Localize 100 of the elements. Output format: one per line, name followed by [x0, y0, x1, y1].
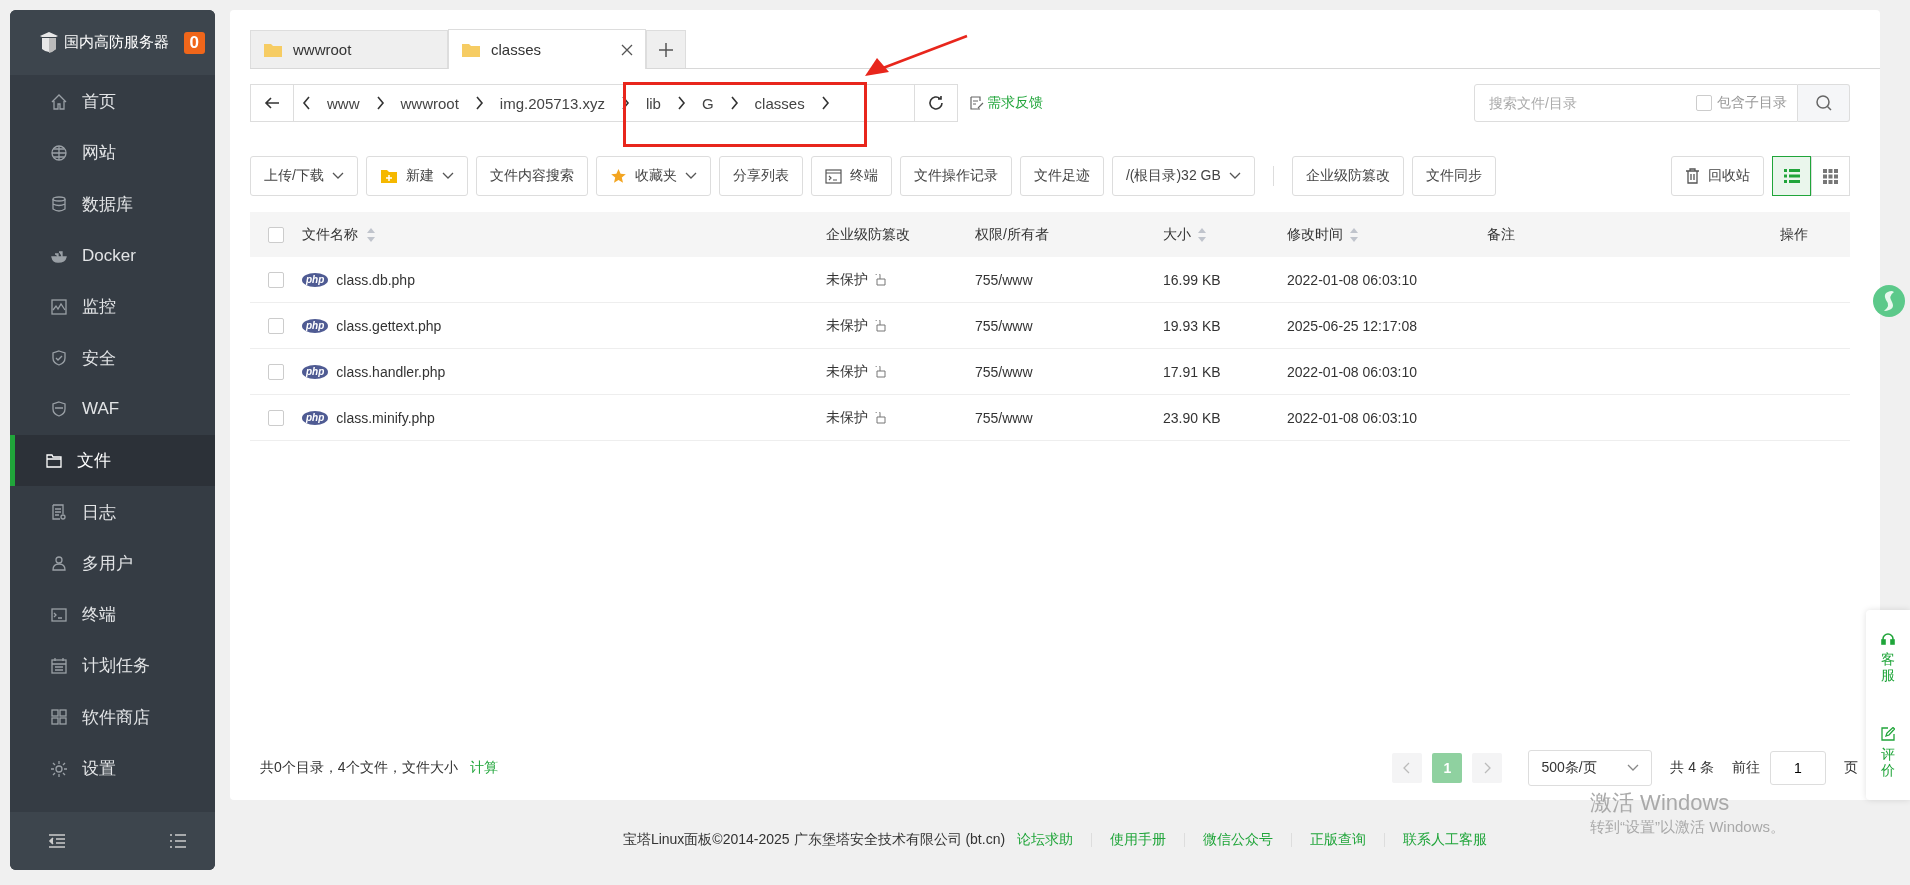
- sidebar-item[interactable]: 设置: [10, 742, 215, 795]
- search-icon: [1814, 94, 1833, 112]
- toolbar-button[interactable]: 企业级防篡改: [1291, 156, 1404, 196]
- path-segment[interactable]: G: [701, 94, 714, 112]
- caret-icon: [441, 172, 454, 180]
- sidebar-item[interactable]: 监控: [10, 281, 215, 333]
- toolbar-button[interactable]: 文件内容搜索: [475, 156, 588, 196]
- refresh-icon: [928, 95, 944, 111]
- sort-icon[interactable]: [1349, 226, 1359, 243]
- chevron-left-icon: [1403, 762, 1412, 774]
- edit-icon[interactable]: [1881, 727, 1895, 742]
- column-header: 操作: [1780, 225, 1808, 244]
- toolbar-button[interactable]: 文件操作记录: [899, 156, 1012, 196]
- headset-icon[interactable]: [1881, 632, 1895, 647]
- unlock-icon[interactable]: [874, 273, 886, 286]
- path-segment[interactable]: lib: [645, 94, 661, 112]
- toolbar-button[interactable]: /(根目录)32 GB: [1111, 156, 1255, 196]
- row-checkbox[interactable]: [268, 363, 284, 380]
- settings-icon: [50, 759, 68, 778]
- unlock-icon[interactable]: [874, 319, 886, 332]
- sidebar-item[interactable]: 数据库: [10, 178, 215, 230]
- sidebar-item[interactable]: 日志: [10, 486, 215, 538]
- unlock-icon[interactable]: [874, 365, 886, 378]
- protection-status: 未保护: [826, 316, 868, 335]
- unlock-icon[interactable]: [874, 411, 886, 424]
- calendar-icon: [50, 656, 68, 675]
- folder-tab[interactable]: wwwroot: [250, 30, 448, 68]
- toolbar-button[interactable]: 终端: [810, 156, 892, 196]
- row-checkbox[interactable]: [268, 271, 284, 288]
- chevron-right-icon: [474, 96, 484, 110]
- page-size-select[interactable]: 500条/页: [1528, 750, 1653, 786]
- row-checkbox[interactable]: [268, 317, 284, 334]
- users-icon: [50, 554, 68, 573]
- table-cell: 19.93 KB: [1163, 317, 1221, 334]
- add-tab-button[interactable]: [646, 30, 686, 68]
- terminal-icon: [50, 605, 68, 624]
- sidebar-item[interactable]: 网站: [10, 127, 215, 179]
- sort-icon[interactable]: [1197, 226, 1207, 243]
- back-button[interactable]: [250, 84, 294, 122]
- path-field[interactable]: www wwwroot img.205713.xyz lib G classes: [294, 84, 914, 122]
- star-icon: [609, 168, 627, 184]
- copyright-text: 宝塔Linux面板©2014-2025 广东堡塔安全技术有限公司 (bt.cn): [622, 830, 1006, 849]
- sidebar-item[interactable]: WAF: [10, 383, 215, 436]
- path-segment[interactable]: www: [327, 94, 360, 112]
- toolbar-button[interactable]: 新建: [365, 156, 468, 196]
- caret-icon: [684, 172, 697, 180]
- toolbar-button[interactable]: 上传/下载: [250, 156, 358, 196]
- globe-icon: [50, 143, 68, 162]
- grid-icon: [50, 708, 68, 727]
- chevron-right-icon: [820, 96, 830, 110]
- file-name[interactable]: class.gettext.php: [336, 317, 442, 334]
- grid-view-button[interactable]: [1811, 156, 1850, 196]
- table-cell: 16.99 KB: [1163, 271, 1221, 288]
- recycle-bin-button[interactable]: 回收站: [1671, 156, 1764, 196]
- close-icon[interactable]: [621, 43, 633, 56]
- refresh-button[interactable]: [914, 84, 958, 122]
- activation-hint: 转到“设置”以激活 Windows。: [1590, 818, 1785, 837]
- search-button[interactable]: [1798, 84, 1850, 122]
- php-file-icon: php: [302, 410, 329, 425]
- assistant-icon[interactable]: [1872, 284, 1906, 318]
- page-number-field[interactable]: 1: [1770, 751, 1826, 785]
- list-view-button[interactable]: [1772, 156, 1811, 196]
- chevron-left-icon[interactable]: [302, 96, 311, 110]
- toolbar-button[interactable]: 收藏夹: [595, 156, 711, 196]
- path-segment[interactable]: wwwroot: [400, 94, 459, 112]
- activation-title: 激活 Windows: [1590, 789, 1731, 817]
- collapse-icon[interactable]: [48, 833, 66, 849]
- column-header: 企业级防篡改: [826, 225, 910, 244]
- protection-status: 未保护: [826, 408, 868, 427]
- grid-icon: [1823, 168, 1838, 184]
- toolbar-button[interactable]: 文件同步: [1411, 156, 1496, 196]
- file-name[interactable]: class.minify.php: [336, 409, 435, 426]
- toolbar-button[interactable]: 文件足迹: [1019, 156, 1104, 196]
- file-name[interactable]: class.handler.php: [336, 363, 446, 380]
- document-icon: [50, 503, 68, 521]
- sidebar-item[interactable]: 文件: [10, 435, 215, 487]
- table-cell: 755/www: [975, 317, 1033, 334]
- toolbar-button[interactable]: 分享列表: [718, 156, 803, 196]
- file-name[interactable]: class.db.php: [336, 271, 415, 288]
- sidebar-item[interactable]: Docker: [10, 229, 215, 282]
- select-all-checkbox[interactable]: [268, 226, 284, 243]
- sidebar-item[interactable]: 安全: [10, 332, 215, 384]
- page-unit: 页: [1844, 759, 1858, 777]
- sort-icon[interactable]: [366, 226, 376, 243]
- row-checkbox[interactable]: [268, 409, 284, 426]
- folder-tab[interactable]: classes: [448, 29, 646, 69]
- sidebar-item[interactable]: 多用户: [10, 537, 215, 589]
- terminal-icon: [824, 168, 842, 184]
- sidebar-item[interactable]: 软件商店: [10, 691, 215, 743]
- sidebar-item[interactable]: 首页: [10, 76, 215, 128]
- menu-icon[interactable]: [169, 833, 187, 849]
- sidebar-item[interactable]: 计划任务: [10, 640, 215, 692]
- summary-text: 共0个目录，4个文件，文件大小: [260, 759, 458, 777]
- path-segment[interactable]: classes: [754, 94, 805, 112]
- folder-icon: [461, 41, 481, 58]
- arrow-left-icon: [264, 96, 280, 110]
- sidebar-item[interactable]: 终端: [10, 588, 215, 641]
- column-header: 修改时间: [1287, 225, 1343, 244]
- path-segment[interactable]: img.205713.xyz: [499, 94, 605, 112]
- table-cell: 2022-01-08 06:03:10: [1287, 409, 1417, 426]
